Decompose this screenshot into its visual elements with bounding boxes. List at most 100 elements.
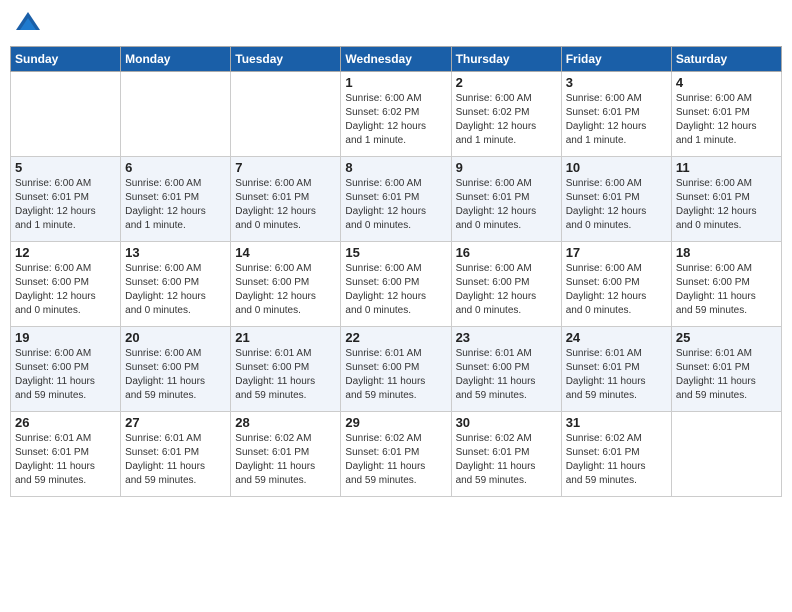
day-info: Sunrise: 6:00 AMSunset: 6:01 PMDaylight:…	[566, 92, 667, 148]
weekday-thursday: Thursday	[451, 47, 561, 72]
day-number: 15	[345, 245, 446, 260]
calendar-cell: 1 Sunrise: 6:00 AMSunset: 6:02 PMDaylight…	[341, 72, 451, 157]
week-row-2: 5Sunrise: 6:00 AMSunset: 6:01 PMDaylight…	[11, 157, 782, 242]
day-info: Sunrise: 6:00 AMSunset: 6:00 PMDaylight:…	[125, 262, 226, 318]
calendar-cell: 7Sunrise: 6:00 AMSunset: 6:01 PMDaylight…	[231, 157, 341, 242]
day-number: 8	[345, 160, 446, 175]
day-number: 19	[15, 330, 116, 345]
calendar-cell: 31 Sunrise: 6:02 AMSunset: 6:01 PMDayligh…	[561, 412, 671, 497]
day-number: 18	[676, 245, 777, 260]
day-number: 11	[676, 160, 777, 175]
calendar-cell	[231, 72, 341, 157]
day-info: Sunrise: 6:02 AMSunset: 6:01 PMDaylight:…	[566, 432, 667, 488]
calendar-cell	[11, 72, 121, 157]
calendar-cell: 21 Sunrise: 6:01 AMSunset: 6:00 PMDayligh…	[231, 327, 341, 412]
day-number: 31	[566, 415, 667, 430]
calendar-cell: 26 Sunrise: 6:01 AMSunset: 6:01 PMDayligh…	[11, 412, 121, 497]
calendar-cell: 13 Sunrise: 6:00 AMSunset: 6:00 PMDayligh…	[121, 242, 231, 327]
calendar-cell: 28 Sunrise: 6:02 AMSunset: 6:01 PMDayligh…	[231, 412, 341, 497]
day-info: Sunrise: 6:00 AMSunset: 6:00 PMDaylight:…	[125, 347, 226, 403]
day-number: 4	[676, 75, 777, 90]
day-number: 21	[235, 330, 336, 345]
weekday-tuesday: Tuesday	[231, 47, 341, 72]
calendar-cell	[671, 412, 781, 497]
day-info: Sunrise: 6:00 AMSunset: 6:00 PMDaylight:…	[345, 262, 446, 318]
week-row-1: 1 Sunrise: 6:00 AMSunset: 6:02 PMDaylight…	[11, 72, 782, 157]
calendar-cell: 18 Sunrise: 6:00 AMSunset: 6:00 PMDayligh…	[671, 242, 781, 327]
week-row-5: 26 Sunrise: 6:01 AMSunset: 6:01 PMDayligh…	[11, 412, 782, 497]
day-info: Sunrise: 6:00 AMSunset: 6:02 PMDaylight:…	[456, 92, 557, 148]
day-number: 6	[125, 160, 226, 175]
day-number: 24	[566, 330, 667, 345]
calendar-cell: 12Sunrise: 6:00 AMSunset: 6:00 PMDayligh…	[11, 242, 121, 327]
day-number: 1	[345, 75, 446, 90]
calendar-cell: 15 Sunrise: 6:00 AMSunset: 6:00 PMDayligh…	[341, 242, 451, 327]
day-number: 27	[125, 415, 226, 430]
day-number: 20	[125, 330, 226, 345]
day-number: 16	[456, 245, 557, 260]
day-number: 3	[566, 75, 667, 90]
calendar-table: SundayMondayTuesdayWednesdayThursdayFrid…	[10, 46, 782, 497]
day-info: Sunrise: 6:00 AMSunset: 6:02 PMDaylight:…	[345, 92, 446, 148]
day-info: Sunrise: 6:00 AMSunset: 6:00 PMDaylight:…	[676, 262, 777, 318]
day-number: 30	[456, 415, 557, 430]
calendar-cell: 11 Sunrise: 6:00 AMSunset: 6:01 PMDayligh…	[671, 157, 781, 242]
day-number: 26	[15, 415, 116, 430]
weekday-saturday: Saturday	[671, 47, 781, 72]
day-info: Sunrise: 6:00 AMSunset: 6:01 PMDaylight:…	[15, 177, 116, 233]
day-info: Sunrise: 6:00 AMSunset: 6:00 PMDaylight:…	[456, 262, 557, 318]
weekday-friday: Friday	[561, 47, 671, 72]
weekday-header-row: SundayMondayTuesdayWednesdayThursdayFrid…	[11, 47, 782, 72]
day-info: Sunrise: 6:00 AMSunset: 6:00 PMDaylight:…	[15, 347, 116, 403]
weekday-wednesday: Wednesday	[341, 47, 451, 72]
week-row-4: 19 Sunrise: 6:00 AMSunset: 6:00 PMDayligh…	[11, 327, 782, 412]
day-number: 14	[235, 245, 336, 260]
calendar-cell: 16 Sunrise: 6:00 AMSunset: 6:00 PMDayligh…	[451, 242, 561, 327]
day-info: Sunrise: 6:01 AMSunset: 6:00 PMDaylight:…	[345, 347, 446, 403]
calendar-cell: 8Sunrise: 6:00 AMSunset: 6:01 PMDaylight…	[341, 157, 451, 242]
calendar-cell: 17 Sunrise: 6:00 AMSunset: 6:00 PMDayligh…	[561, 242, 671, 327]
week-row-3: 12 Sunrise: 6:00 AMSunset: 6:00 PMDayligh…	[11, 242, 782, 327]
day-info: Sunrise: 6:01 AMSunset: 6:00 PMDaylight:…	[235, 347, 336, 403]
day-info: Sunrise: 6:02 AMSunset: 6:01 PMDaylight:…	[235, 432, 336, 488]
day-number: 10	[566, 160, 667, 175]
calendar-cell: 14 Sunrise: 6:00 AMSunset: 6:00 PMDayligh…	[231, 242, 341, 327]
day-info: Sunrise: 6:00 AMSunset: 6:01 PMDaylight:…	[676, 177, 777, 233]
page: SundayMondayTuesdayWednesdayThursdayFrid…	[0, 0, 792, 612]
weekday-monday: Monday	[121, 47, 231, 72]
day-info: Sunrise: 6:02 AMSunset: 6:01 PMDaylight:…	[456, 432, 557, 488]
calendar-cell: 23Sunrise: 6:01 AMSunset: 6:00 PMDayligh…	[451, 327, 561, 412]
day-info: Sunrise: 6:00 AMSunset: 6:00 PMDaylight:…	[235, 262, 336, 318]
day-number: 7	[235, 160, 336, 175]
day-number: 17	[566, 245, 667, 260]
calendar-cell: 4Sunrise: 6:00 AMSunset: 6:01 PMDaylight…	[671, 72, 781, 157]
day-info: Sunrise: 6:01 AMSunset: 6:01 PMDaylight:…	[676, 347, 777, 403]
logo-icon	[14, 10, 42, 38]
calendar-cell: 3 Sunrise: 6:00 AMSunset: 6:01 PMDaylight…	[561, 72, 671, 157]
calendar-cell: 24 Sunrise: 6:01 AMSunset: 6:01 PMDayligh…	[561, 327, 671, 412]
day-info: Sunrise: 6:02 AMSunset: 6:01 PMDaylight:…	[345, 432, 446, 488]
calendar-cell	[121, 72, 231, 157]
calendar-cell: 29 Sunrise: 6:02 AMSunset: 6:01 PMDayligh…	[341, 412, 451, 497]
day-info: Sunrise: 6:00 AMSunset: 6:01 PMDaylight:…	[456, 177, 557, 233]
day-number: 29	[345, 415, 446, 430]
day-number: 13	[125, 245, 226, 260]
day-number: 23	[456, 330, 557, 345]
day-info: Sunrise: 6:01 AMSunset: 6:01 PMDaylight:…	[566, 347, 667, 403]
day-info: Sunrise: 6:01 AMSunset: 6:01 PMDaylight:…	[15, 432, 116, 488]
calendar-cell: 6Sunrise: 6:00 AMSunset: 6:01 PMDaylight…	[121, 157, 231, 242]
header	[10, 10, 782, 38]
calendar-cell: 9Sunrise: 6:00 AMSunset: 6:01 PMDaylight…	[451, 157, 561, 242]
calendar-cell: 27Sunrise: 6:01 AMSunset: 6:01 PMDayligh…	[121, 412, 231, 497]
calendar-cell: 22Sunrise: 6:01 AMSunset: 6:00 PMDayligh…	[341, 327, 451, 412]
calendar-cell: 5Sunrise: 6:00 AMSunset: 6:01 PMDaylight…	[11, 157, 121, 242]
day-number: 12	[15, 245, 116, 260]
calendar-cell: 10 Sunrise: 6:00 AMSunset: 6:01 PMDayligh…	[561, 157, 671, 242]
day-number: 2	[456, 75, 557, 90]
calendar-cell: 2 Sunrise: 6:00 AMSunset: 6:02 PMDaylight…	[451, 72, 561, 157]
day-info: Sunrise: 6:00 AMSunset: 6:01 PMDaylight:…	[566, 177, 667, 233]
day-number: 28	[235, 415, 336, 430]
day-info: Sunrise: 6:00 AMSunset: 6:00 PMDaylight:…	[566, 262, 667, 318]
calendar-cell: 19 Sunrise: 6:00 AMSunset: 6:00 PMDayligh…	[11, 327, 121, 412]
calendar-cell: 20 Sunrise: 6:00 AMSunset: 6:00 PMDayligh…	[121, 327, 231, 412]
